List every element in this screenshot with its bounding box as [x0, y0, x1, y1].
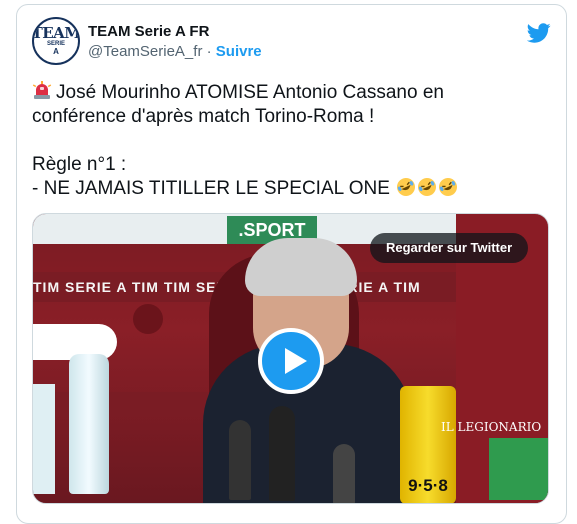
twitter-bird-icon[interactable]: [527, 21, 551, 45]
author-display-name[interactable]: TEAM Serie A FR: [88, 22, 262, 42]
rofl-icon: [439, 178, 458, 196]
follow-button[interactable]: Suivre: [216, 43, 262, 60]
author-names: TEAM Serie A FR @TeamSerieA_fr · Suivre: [88, 22, 262, 62]
tweet-header: TEAM SERIE A TEAM Serie A FR @TeamSerieA…: [32, 17, 551, 69]
rofl-icon: [418, 178, 437, 196]
speaker-hair: [245, 238, 357, 296]
play-button[interactable]: [258, 328, 324, 394]
tweet-text-line-1-content: José Mourinho ATOMISE Antonio Cassano en: [56, 82, 444, 103]
handle-separator: ·: [202, 43, 216, 60]
chair-logo: [133, 304, 163, 334]
author-handle[interactable]: @TeamSerieA_fr: [88, 43, 202, 60]
backdrop-green-panel: [489, 438, 548, 500]
avatar-text-a: A: [53, 47, 59, 56]
microphone-center: [269, 406, 295, 501]
can-number: 9·5·8: [408, 476, 448, 495]
avatar[interactable]: TEAM SERIE A: [32, 17, 80, 65]
avatar-text-team: TEAM: [32, 24, 80, 42]
tweet-text-line-5: - NE JAMAIS TITILLER LE SPECIAL ONE: [32, 177, 552, 201]
tweet-text-line-1: José Mourinho ATOMISE Antonio Cassano en: [32, 81, 552, 105]
watch-on-twitter-button[interactable]: Regarder sur Twitter: [370, 233, 529, 263]
play-icon: [285, 348, 307, 374]
tweet-card[interactable]: TEAM SERIE A TEAM Serie A FR @TeamSerieA…: [16, 4, 567, 524]
tweet-text-line-2: conférence d'après match Torino-Roma !: [32, 106, 375, 127]
water-bottle-left: [33, 384, 55, 494]
tweet-text-line-4: Règle n°1 :: [32, 154, 127, 175]
watermark-il-legionario: IL LEGIONARIO: [441, 420, 542, 434]
microphone-right: [333, 444, 355, 503]
tweet-text-line-5-content: - NE JAMAIS TITILLER LE SPECIAL ONE: [32, 178, 390, 199]
author-handle-row: @TeamSerieA_fr · Suivre: [88, 42, 262, 62]
tweet-text: José Mourinho ATOMISE Antonio Cassano en…: [32, 81, 552, 201]
police-car-light-icon: [32, 81, 52, 99]
microphone: [229, 420, 251, 500]
video-thumbnail[interactable]: .SPORT TIM SERIE A TIM TIM SERIE A TIM T…: [32, 213, 549, 504]
water-bottle: [69, 354, 109, 494]
rofl-icon: [397, 178, 416, 196]
